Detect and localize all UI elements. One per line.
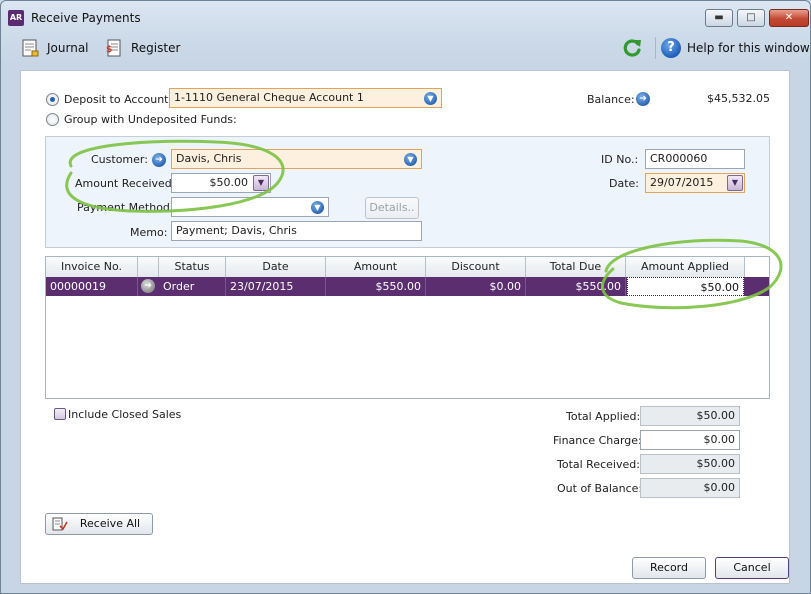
row-invoice-no: 00000019 [46,277,138,296]
customer-label: Customer: [91,153,148,166]
total-received-field: $50.00 [640,454,740,474]
out-of-balance-label: Out of Balance: [557,482,643,495]
zoom-arrow-icon[interactable]: ➔ [141,279,155,293]
finance-charge-label: Finance Charge: [553,434,642,447]
date-field[interactable]: 29/07/2015 ▼ [645,173,745,193]
row-total-due: $550.00 [526,277,626,296]
deposit-account-value: 1-1110 General Cheque Account 1 [174,91,364,104]
register-label: Register [131,41,181,55]
record-button[interactable]: Record [632,557,706,579]
refresh-icon [623,39,641,57]
amount-received-field[interactable]: $50.00 ▼ [171,173,271,193]
journal-button[interactable]: Journal [21,38,89,58]
column-header-total-due[interactable]: Total Due [526,257,626,277]
close-button[interactable]: ✕ [769,9,809,27]
column-header-link [138,257,159,277]
details-button[interactable]: Details.. [365,197,419,219]
total-applied-field: $50.00 [640,406,740,426]
register-button[interactable]: $ Register [105,38,180,58]
total-received-label: Total Received: [557,458,640,471]
row-discount: $0.00 [426,277,526,296]
table-row[interactable]: 00000019 ➔ Order 23/07/2015 $550.00 $0.0… [46,277,769,296]
receive-all-icon [52,517,68,531]
row-status: Order [159,277,226,296]
receive-all-button[interactable]: Receive All [45,513,153,535]
receive-all-label: Receive All [79,517,141,530]
row-amount: $550.00 [326,277,426,296]
customer-combo[interactable]: Davis, Chris ▼ [171,149,422,169]
register-icon: $ [106,39,121,57]
balance-value: $45,532.05 [707,92,770,105]
group-undeposited-label: Group with Undeposited Funds: [64,113,237,126]
journal-icon [22,39,39,57]
payment-method-combo[interactable]: ▼ [171,197,329,217]
include-closed-sales-checkbox[interactable] [54,408,66,420]
main-content: Deposit to Account: 1-1110 General Chequ… [20,70,790,584]
app-icon: AR [8,10,24,26]
deposit-to-account-radio[interactable] [46,93,59,106]
column-header-discount[interactable]: Discount [426,257,526,277]
window-title: Receive Payments [31,11,141,25]
amount-received-label: Amount Received: [75,177,176,190]
help-icon: ? [661,38,681,58]
cancel-button[interactable]: Cancel [715,557,789,579]
balance-label: Balance: [587,93,635,106]
title-bar: AR Receive Payments ▬ □ ✕ [1,1,810,33]
toolbar: Journal $ Register ? Help for this windo… [1,33,810,63]
payment-method-label: Payment Method: [77,201,174,214]
chevron-down-icon[interactable]: ▼ [311,201,324,214]
include-closed-sales-label: Include Closed Sales [68,408,182,421]
date-value: 29/07/2015 [650,176,714,189]
svg-text:$: $ [106,45,112,55]
finance-charge-field[interactable]: $0.00 [640,430,740,450]
chevron-down-icon[interactable]: ▼ [253,175,269,191]
balance-arrow-icon[interactable]: ➔ [636,92,650,106]
out-of-balance-field: $0.00 [640,478,740,498]
memo-field[interactable]: Payment; Davis, Chris [171,221,422,241]
help-label: Help for this window [687,41,810,55]
customer-arrow-icon[interactable]: ➔ [152,153,166,167]
date-label: Date: [609,177,639,190]
minimize-button[interactable]: ▬ [705,9,733,27]
calendar-dropdown-icon[interactable]: ▼ [727,175,743,191]
amount-received-value: $50.00 [209,176,249,189]
toolbar-separator [655,37,656,59]
receive-payments-window: AR Receive Payments ▬ □ ✕ Journal $ Regi… [0,0,811,594]
row-date: 23/07/2015 [226,277,326,296]
id-no-label: ID No.: [601,153,639,166]
row-amount-applied-input[interactable]: $50.00 [627,277,744,296]
chevron-down-icon[interactable]: ▼ [424,92,437,105]
column-header-amount[interactable]: Amount [326,257,426,277]
column-header-amount-applied[interactable]: Amount Applied [626,257,745,277]
group-undeposited-radio[interactable] [46,113,59,126]
total-applied-label: Total Applied: [566,410,641,423]
maximize-button[interactable]: □ [737,9,765,27]
column-header-status[interactable]: Status [159,257,226,277]
payment-details-panel: Customer: ➔ Davis, Chris ▼ Amount Receiv… [45,136,770,248]
journal-label: Journal [47,41,89,55]
column-header-invoice[interactable]: Invoice No. [46,257,138,277]
customer-value: Davis, Chris [176,152,242,165]
chevron-down-icon[interactable]: ▼ [404,153,417,166]
deposit-to-account-label: Deposit to Account: [64,93,173,106]
invoice-grid: Invoice No. Status Date Amount Discount … [45,256,770,399]
refresh-button[interactable] [621,38,643,58]
help-button[interactable]: ? Help for this window [661,38,810,58]
memo-label: Memo: [130,226,168,239]
deposit-account-combo[interactable]: 1-1110 General Cheque Account 1 ▼ [169,88,442,108]
column-header-date[interactable]: Date [226,257,326,277]
id-no-field[interactable]: CR000060 [645,149,745,169]
